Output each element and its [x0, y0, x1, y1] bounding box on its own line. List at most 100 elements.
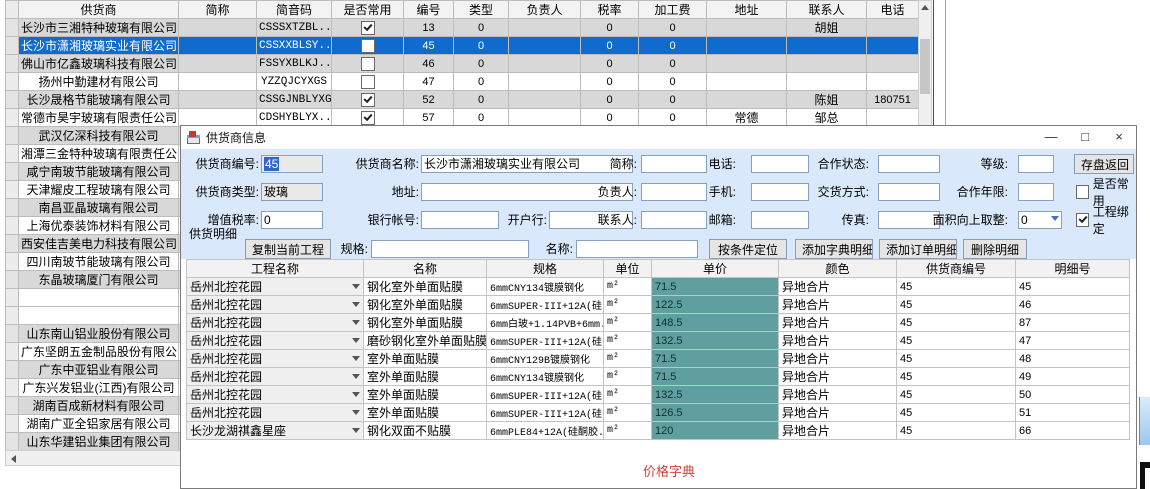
col-supplier-id[interactable]: 供货商编号 — [897, 260, 1016, 278]
detail-row[interactable]: 岳州北控花园钢化室外单面贴膜6mm白玻+1.14PVB+6mm...m²148.… — [187, 314, 1130, 332]
row-header — [6, 73, 19, 91]
col-spec[interactable]: 规格 — [487, 260, 604, 278]
maximize-button[interactable]: □ — [1068, 126, 1102, 149]
short-name-label: 简称: — [579, 155, 637, 173]
supplier-row[interactable]: 扬州中勤建材有限公司YZZQJCYXGS47000 — [6, 73, 919, 91]
scroll-up-icon[interactable] — [921, 5, 929, 10]
cell-code: CSSSXTZBL.. — [257, 19, 332, 37]
bank-branch-label: 开户行: — [503, 211, 547, 229]
detail-row[interactable]: 岳州北控花园室外单面贴膜6mmCNY129B镀膜钢化m²71.5异地合片4548 — [187, 350, 1130, 368]
col-project[interactable]: 工程名称 — [187, 260, 364, 278]
detail-row[interactable]: 岳州北控花园室外单面贴膜6mmCNY134镀膜钢化m²71.5异地合片4549 — [187, 368, 1130, 386]
col-code[interactable]: 简音码 — [257, 1, 332, 19]
col-type[interactable]: 类型 — [454, 1, 509, 19]
name-filter-input[interactable] — [576, 240, 698, 258]
grade-field[interactable] — [1018, 155, 1054, 173]
email-field[interactable] — [751, 211, 809, 229]
col-fee[interactable]: 加工费 — [639, 1, 707, 19]
project-combo[interactable]: 岳州北控花园 — [187, 278, 364, 296]
col-supplier[interactable]: 供货商 — [19, 1, 179, 19]
supplier-row[interactable]: 佛山市亿鑫玻璃科技有限公司FSSYXBLKJ..46000 — [6, 55, 919, 73]
supplier-row[interactable]: 长沙晟格节能玻璃有限公司CSSGJNBLYXGS52000陈姐180751 — [6, 91, 919, 109]
minimize-button[interactable]: — — [1034, 126, 1068, 149]
panel-border-line — [945, 0, 946, 127]
scroll-left-icon[interactable] — [11, 455, 16, 463]
spec-filter-input[interactable] — [371, 240, 529, 258]
col-owner[interactable]: 负责人 — [509, 1, 581, 19]
detail-row[interactable]: 岳州北控花园钢化室外单面贴膜6mmCNY134镀膜钢化m²71.5异地合片454… — [187, 278, 1130, 296]
cell-id: 46 — [404, 55, 454, 73]
common-checkbox[interactable] — [361, 39, 375, 53]
supplier-row[interactable]: 常德市昊宇玻璃有限责任公司CDSHYBLYX..57000常德邹总 — [6, 109, 919, 127]
supplier-name-label: 供货商名称: — [327, 155, 419, 173]
detail-row[interactable]: 岳州北控花园室外单面贴膜6mmSUPER-III+12A(硅...m²126.5… — [187, 404, 1130, 422]
row-header — [6, 55, 19, 73]
cell-price: 71.5 — [652, 368, 779, 386]
cell-id: 13 — [404, 19, 454, 37]
col-unit[interactable]: 单位 — [604, 260, 652, 278]
delivery-field[interactable] — [878, 183, 940, 201]
close-button[interactable]: × — [1102, 126, 1136, 149]
coop-years-label: 合作年限: — [938, 183, 1008, 201]
project-combo[interactable]: 岳州北控花园 — [187, 386, 364, 404]
copy-project-button[interactable]: 复制当前工程 — [245, 239, 331, 259]
save-return-button[interactable]: 存盘返回 — [1074, 154, 1134, 174]
common-checkbox[interactable] — [361, 21, 375, 35]
project-combo[interactable]: 岳州北控花园 — [187, 296, 364, 314]
cell-name: 广东中亚铝业有限公司 — [19, 361, 179, 379]
cell-unit: m² — [604, 278, 652, 296]
add-order-detail-button[interactable]: 添加订单明细 — [879, 239, 957, 259]
project-combo[interactable]: 岳州北控花园 — [187, 368, 364, 386]
supplier-row[interactable]: 长沙市三湘特种玻璃有限公司CSSSXTZBL..13000胡姐 — [6, 19, 919, 37]
cell-unit: m² — [604, 296, 652, 314]
bank-field[interactable] — [421, 211, 499, 229]
col-name[interactable]: 名称 — [364, 260, 487, 278]
coop-years-field[interactable] — [1018, 183, 1054, 201]
col-phone[interactable]: 电话 — [867, 1, 919, 19]
cell-price: 126.5 — [652, 404, 779, 422]
detail-row[interactable]: 岳州北控花园磨砂钢化室外单面贴膜6mmSUPER-III+12A(硅...m²1… — [187, 332, 1130, 350]
col-detail-id[interactable]: 明细号 — [1016, 260, 1130, 278]
project-combo[interactable]: 岳州北控花园 — [187, 404, 364, 422]
cell-color: 异地合片 — [779, 368, 897, 386]
common-checkbox[interactable] — [361, 75, 375, 89]
col-id[interactable]: 编号 — [404, 1, 454, 19]
supplier-row[interactable]: 长沙市潇湘玻璃实业有限公司CSSXXBLSY..45000 — [6, 37, 919, 55]
col-address[interactable]: 地址 — [707, 1, 787, 19]
project-combo[interactable]: 岳州北控花园 — [187, 350, 364, 368]
locate-button[interactable]: 按条件定位 — [709, 239, 787, 259]
supplier-no-field[interactable]: 45 — [261, 155, 323, 173]
col-tax[interactable]: 税率 — [581, 1, 639, 19]
project-combo[interactable]: 岳州北控花园 — [187, 332, 364, 350]
scrollbar-thumb[interactable] — [920, 39, 930, 94]
often-used-checkbox[interactable]: 是否常用 — [1076, 183, 1136, 201]
col-common[interactable]: 是否常用 — [332, 1, 404, 19]
detail-row[interactable]: 岳州北控花园钢化室外单面贴膜6mmSUPER-III+12A(硅...m²122… — [187, 296, 1130, 314]
common-checkbox[interactable] — [361, 93, 375, 107]
cell-id: 57 — [404, 109, 454, 127]
cell-name: 山东华建铝业集团有限公司 — [19, 433, 179, 451]
project-bind-checkbox[interactable]: 工程绑定 — [1076, 211, 1136, 229]
chevron-down-icon — [352, 302, 360, 307]
round-up-combo[interactable]: 0 — [1018, 211, 1062, 229]
project-combo[interactable]: 岳州北控花园 — [187, 314, 364, 332]
detail-row[interactable]: 长沙龙湖祺鑫星座钢化双面不贴膜6mmPLE84+12A(硅酮胶...m²120异… — [187, 422, 1130, 440]
col-color[interactable]: 颜色 — [779, 260, 897, 278]
col-short[interactable]: 简称 — [179, 1, 257, 19]
col-price[interactable]: 单价 — [652, 260, 779, 278]
row-header — [6, 379, 19, 397]
delete-detail-button[interactable]: 删除明细 — [963, 239, 1027, 259]
project-combo[interactable]: 长沙龙湖祺鑫星座 — [187, 422, 364, 440]
mobile-field[interactable] — [751, 183, 809, 201]
cell-name: 长沙市潇湘玻璃实业有限公司 — [19, 37, 179, 55]
row-header — [6, 325, 19, 343]
common-checkbox[interactable] — [361, 57, 375, 71]
vat-field[interactable]: 0 — [261, 211, 323, 229]
col-contact[interactable]: 联系人 — [787, 1, 867, 19]
add-dict-detail-button[interactable]: 添加字典明细 — [795, 239, 873, 259]
phone-field[interactable] — [751, 155, 809, 173]
common-checkbox[interactable] — [361, 111, 375, 125]
supplier-type-field[interactable]: 玻璃 — [261, 183, 323, 201]
detail-row[interactable]: 岳州北控花园室外单面贴膜6mmSUPER-III+12A(硅...m²132.5… — [187, 386, 1130, 404]
coop-state-field[interactable] — [878, 155, 940, 173]
